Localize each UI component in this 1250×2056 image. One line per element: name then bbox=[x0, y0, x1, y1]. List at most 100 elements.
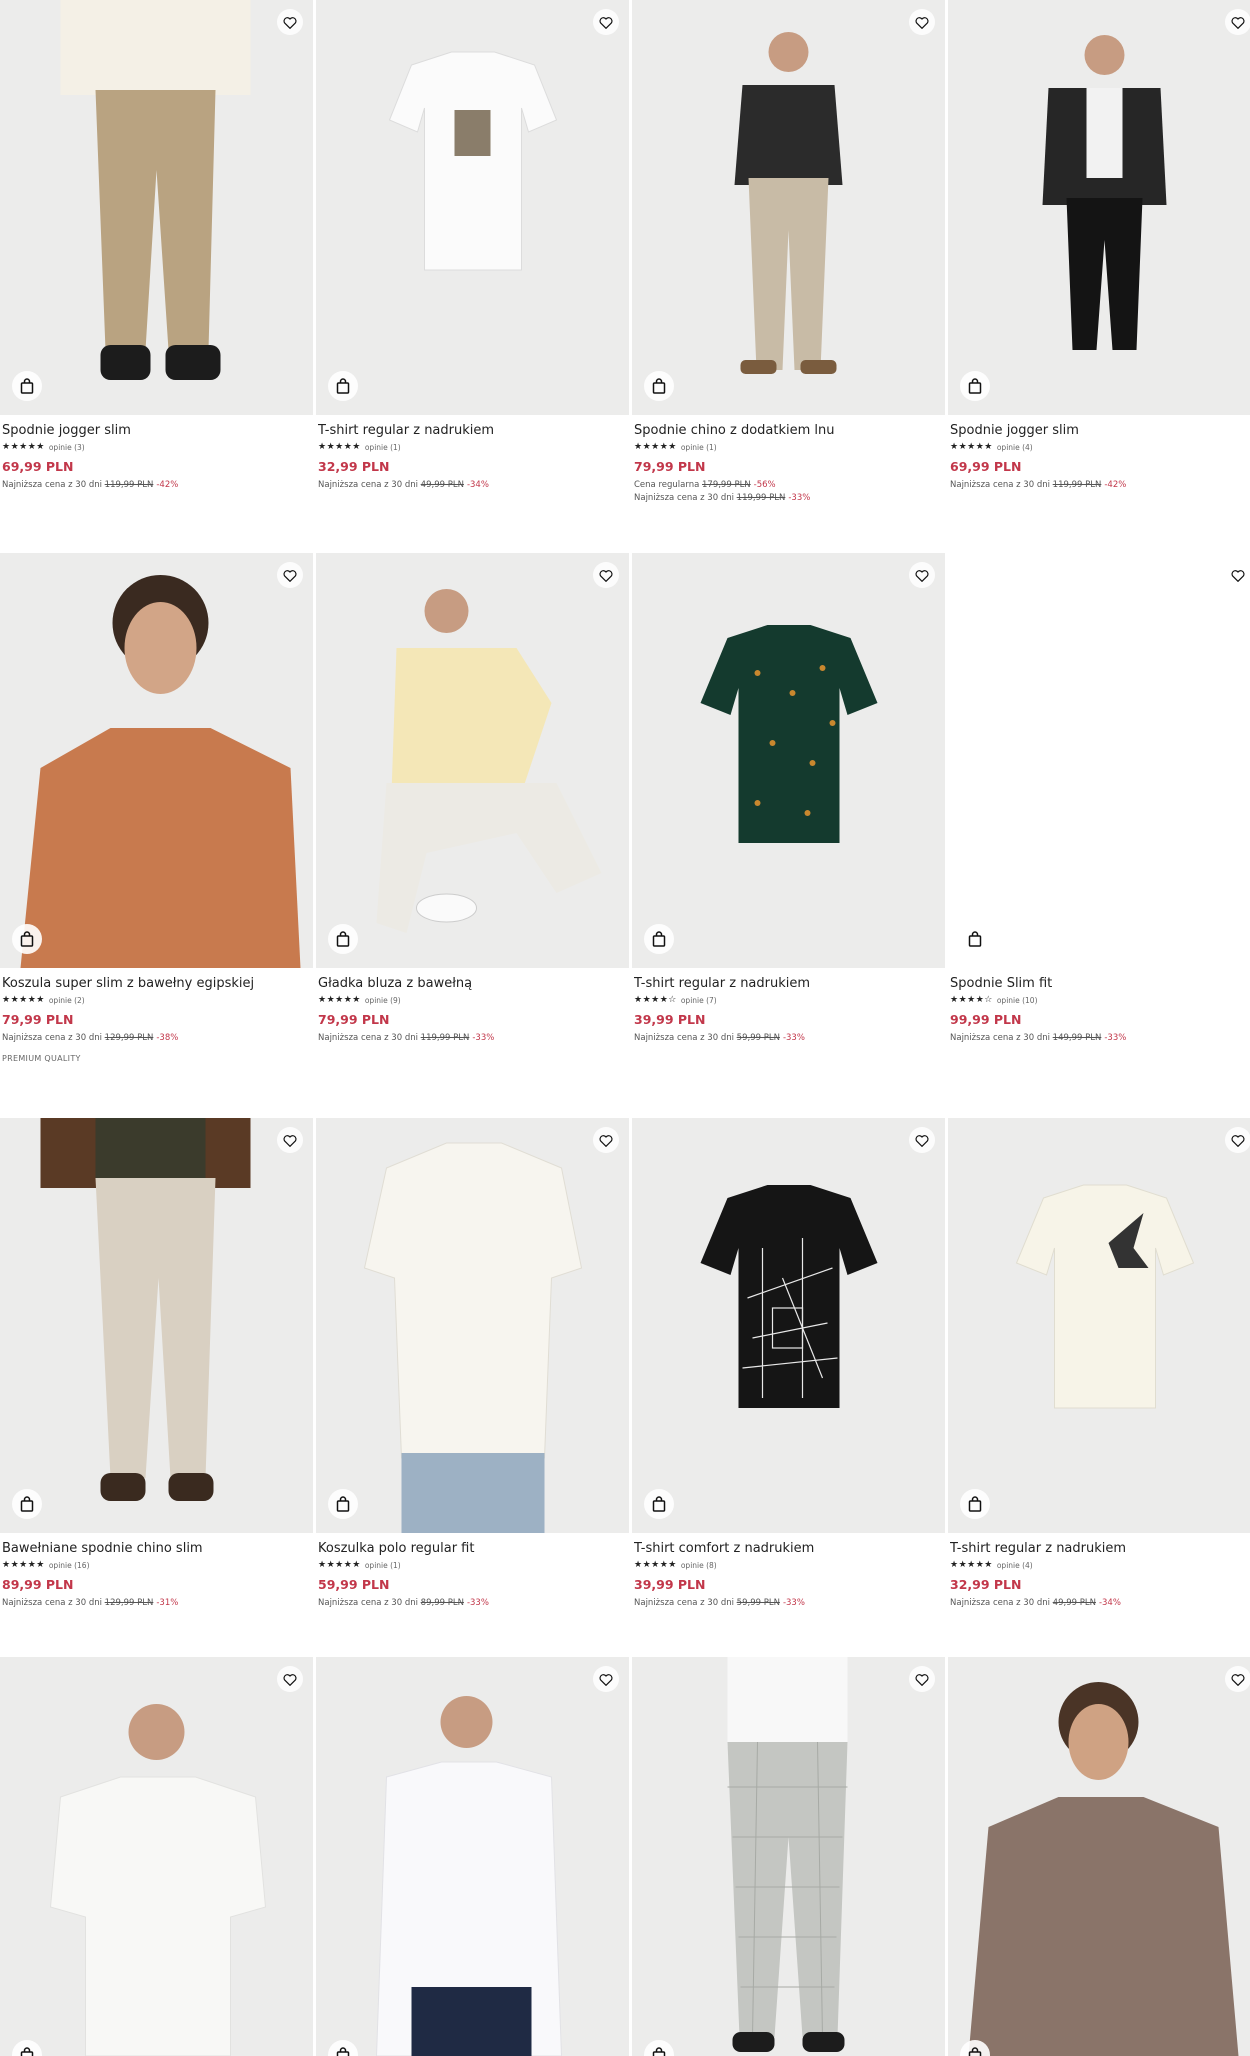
add-to-cart-shopping-bag-icon[interactable] bbox=[960, 1489, 990, 1519]
lowest-price-old: 59,99 PLN bbox=[736, 1033, 780, 1043]
wishlist-heart-icon[interactable] bbox=[277, 562, 303, 588]
wishlist-heart-icon[interactable] bbox=[593, 1666, 619, 1692]
product-name[interactable]: Spodnie Slim fit bbox=[950, 976, 1250, 991]
lowest-price-old: 129,99 PLN bbox=[104, 1033, 154, 1043]
lowest-price-old: 119,99 PLN bbox=[420, 1033, 470, 1043]
lowest-price-old: 119,99 PLN bbox=[104, 480, 154, 490]
add-to-cart-shopping-bag-icon[interactable] bbox=[328, 924, 358, 954]
lowest-price-old: 119,99 PLN bbox=[736, 493, 786, 503]
wishlist-heart-icon[interactable] bbox=[909, 9, 935, 35]
product-name[interactable]: Bawełniane spodnie chino slim bbox=[2, 1541, 312, 1556]
wishlist-heart-icon[interactable] bbox=[909, 1127, 935, 1153]
product-photo-black-jogger bbox=[1042, 35, 1166, 350]
add-to-cart-shopping-bag-icon[interactable] bbox=[960, 371, 990, 401]
add-to-cart-shopping-bag-icon[interactable] bbox=[328, 371, 358, 401]
add-to-cart-shopping-bag-icon[interactable] bbox=[960, 924, 990, 954]
rating-stars: ★★★★★ bbox=[318, 442, 361, 452]
add-to-cart-shopping-bag-icon[interactable] bbox=[328, 1489, 358, 1519]
rating-stars: ★★★★☆ bbox=[634, 995, 677, 1005]
product-image[interactable] bbox=[948, 1118, 1250, 1533]
product-photo-white-polo bbox=[49, 1704, 266, 2056]
lowest-price-info: Najniższa cena z 30 dni 149,99 PLN -33% bbox=[950, 1033, 1250, 1043]
product-image[interactable] bbox=[632, 553, 945, 968]
product-name[interactable]: T-shirt regular z nadrukiem bbox=[318, 423, 628, 438]
product-name[interactable]: Spodnie chino z dodatkiem lnu bbox=[634, 423, 944, 438]
review-count[interactable]: opinie (7) bbox=[681, 996, 717, 1005]
product-name[interactable]: Spodnie jogger slim bbox=[950, 423, 1250, 438]
lowest-price-info: Najniższa cena z 30 dni 49,99 PLN -34% bbox=[950, 1598, 1250, 1608]
product-image[interactable] bbox=[948, 1657, 1250, 2056]
lowest-price-label: Najniższa cena z 30 dni bbox=[2, 480, 102, 490]
review-count[interactable]: opinie (8) bbox=[681, 1561, 717, 1570]
product-image[interactable] bbox=[632, 1657, 945, 2056]
wishlist-heart-icon[interactable] bbox=[1225, 562, 1250, 588]
lowest-price-info: Najniższa cena z 30 dni 119,99 PLN -42% bbox=[2, 480, 312, 490]
product-photo-cream-tshirt bbox=[1015, 1184, 1194, 1409]
product-photo-green-tshirt bbox=[700, 625, 877, 843]
product-name[interactable]: Gładka bluza z bawełną bbox=[318, 976, 628, 991]
product-photo-orange-shirt bbox=[20, 575, 300, 968]
add-to-cart-shopping-bag-icon[interactable] bbox=[644, 1489, 674, 1519]
review-count[interactable]: opinie (4) bbox=[997, 443, 1033, 452]
add-to-cart-shopping-bag-icon[interactable] bbox=[12, 371, 42, 401]
product-name[interactable]: Koszula super slim z bawełny egipskiej bbox=[2, 976, 312, 991]
lowest-price-label: Najniższa cena z 30 dni bbox=[634, 493, 734, 503]
rating-stars: ★★★★★ bbox=[2, 442, 45, 452]
product-name[interactable]: Koszulka polo regular fit bbox=[318, 1541, 628, 1556]
product-image[interactable] bbox=[316, 0, 629, 415]
product-image[interactable] bbox=[632, 0, 945, 415]
product-image[interactable] bbox=[632, 1118, 945, 1533]
product-photo-white-tshirt bbox=[388, 51, 557, 271]
wishlist-heart-icon[interactable] bbox=[593, 9, 619, 35]
product-price: 39,99 PLN bbox=[634, 1577, 706, 1592]
review-count[interactable]: opinie (4) bbox=[997, 1561, 1033, 1570]
lowest-price-info: Najniższa cena z 30 dni 59,99 PLN -33% bbox=[634, 1598, 944, 1608]
lowest-price-discount: -33% bbox=[788, 493, 811, 503]
product-image[interactable] bbox=[0, 0, 313, 415]
product-image[interactable] bbox=[0, 1657, 313, 2056]
wishlist-heart-icon[interactable] bbox=[909, 1666, 935, 1692]
wishlist-heart-icon[interactable] bbox=[277, 1127, 303, 1153]
add-to-cart-shopping-bag-icon[interactable] bbox=[12, 1489, 42, 1519]
lowest-price-discount: -33% bbox=[472, 1033, 495, 1043]
wishlist-heart-icon[interactable] bbox=[593, 1127, 619, 1153]
add-to-cart-shopping-bag-icon[interactable] bbox=[644, 924, 674, 954]
wishlist-heart-icon[interactable] bbox=[1225, 1127, 1250, 1153]
product-image[interactable] bbox=[316, 1118, 629, 1533]
lowest-price-old: 49,99 PLN bbox=[420, 480, 464, 490]
lowest-price-info: Najniższa cena z 30 dni 59,99 PLN -33% bbox=[634, 1033, 944, 1043]
review-count[interactable]: opinie (10) bbox=[997, 996, 1038, 1005]
wishlist-heart-icon[interactable] bbox=[277, 1666, 303, 1692]
premium-quality-badge: PREMIUM QUALITY bbox=[2, 1054, 81, 1063]
review-count[interactable]: opinie (2) bbox=[49, 996, 85, 1005]
product-name[interactable]: T-shirt regular z nadrukiem bbox=[634, 976, 944, 991]
review-count[interactable]: opinie (3) bbox=[49, 443, 85, 452]
wishlist-heart-icon[interactable] bbox=[909, 562, 935, 588]
product-name[interactable]: Spodnie jogger slim bbox=[2, 423, 312, 438]
product-image[interactable] bbox=[0, 553, 313, 968]
review-count[interactable]: opinie (16) bbox=[49, 1561, 90, 1570]
review-count[interactable]: opinie (1) bbox=[365, 443, 401, 452]
product-image[interactable] bbox=[948, 553, 1250, 968]
product-image[interactable] bbox=[0, 1118, 313, 1533]
product-photo-white-shirt bbox=[375, 1696, 562, 2056]
product-image[interactable] bbox=[316, 553, 629, 968]
lowest-price-old: 119,99 PLN bbox=[1052, 480, 1102, 490]
lowest-price-info: Najniższa cena z 30 dni 129,99 PLN -31% bbox=[2, 1598, 312, 1608]
product-image[interactable] bbox=[316, 1657, 629, 2056]
lowest-price-discount: -38% bbox=[156, 1033, 179, 1043]
review-count[interactable]: opinie (1) bbox=[681, 443, 717, 452]
wishlist-heart-icon[interactable] bbox=[1225, 9, 1250, 35]
rating-stars: ★★★★★ bbox=[950, 1560, 993, 1570]
wishlist-heart-icon[interactable] bbox=[593, 562, 619, 588]
add-to-cart-shopping-bag-icon[interactable] bbox=[12, 924, 42, 954]
product-name[interactable]: T-shirt regular z nadrukiem bbox=[950, 1541, 1250, 1556]
product-image[interactable] bbox=[948, 0, 1250, 415]
add-to-cart-shopping-bag-icon[interactable] bbox=[644, 371, 674, 401]
review-count[interactable]: opinie (1) bbox=[365, 1561, 401, 1570]
wishlist-heart-icon[interactable] bbox=[277, 9, 303, 35]
product-photo-polo-shirt bbox=[363, 1142, 582, 1533]
review-count[interactable]: opinie (9) bbox=[365, 996, 401, 1005]
wishlist-heart-icon[interactable] bbox=[1225, 1666, 1250, 1692]
product-name[interactable]: T-shirt comfort z nadrukiem bbox=[634, 1541, 944, 1556]
